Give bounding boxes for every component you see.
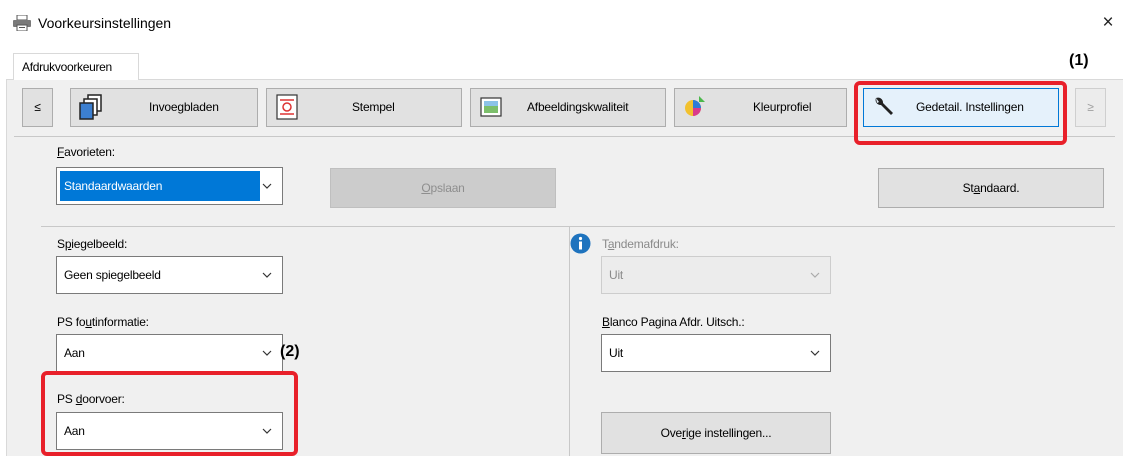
title-bar: Voorkeursinstellingen × xyxy=(0,0,1123,44)
tandem-select[interactable]: Uit xyxy=(601,256,831,294)
nav-kleurprofiel-button[interactable]: Kleurprofiel xyxy=(674,88,847,127)
favorites-label: Favorieten: xyxy=(57,145,115,159)
mirror-select[interactable]: Geen spiegelbeeld xyxy=(56,256,283,294)
tandem-label: Tandemafdruk: xyxy=(602,237,679,251)
ps-error-select[interactable]: Aan xyxy=(56,334,283,372)
info-icon[interactable] xyxy=(570,233,591,254)
chevron-down-icon xyxy=(810,272,820,278)
blank-page-value: Uit xyxy=(609,346,624,360)
mirror-label: Spiegelbeeld: xyxy=(57,237,128,251)
ps-error-value: Aan xyxy=(64,346,85,360)
other-settings-button[interactable]: Overige instellingen... xyxy=(601,412,831,454)
callout-2: (2) xyxy=(280,343,300,360)
favorites-value: Standaardwaarden xyxy=(64,179,163,193)
nav-label: Invoegbladen xyxy=(149,100,219,114)
highlight-box-1 xyxy=(854,81,1067,145)
nav-invoegbladen-button[interactable]: Invoegbladen xyxy=(70,88,258,127)
tab-afdrukvoorkeuren[interactable]: Afdrukvoorkeuren xyxy=(13,53,139,80)
nav-afbeeldingskwaliteit-button[interactable]: Afbeeldingskwaliteit xyxy=(470,88,666,127)
favorites-select[interactable]: Standaardwaarden xyxy=(56,167,283,205)
ps-error-label: PS foutinformatie: xyxy=(57,315,149,329)
printer-icon xyxy=(13,15,31,31)
nav-label: Kleurprofiel xyxy=(753,100,812,114)
window-title: Voorkeursinstellingen xyxy=(38,15,172,31)
nav-label: Stempel xyxy=(352,100,395,114)
nav-stempel-button[interactable]: Stempel xyxy=(266,88,462,127)
scroll-left-button[interactable]: ≤ xyxy=(22,88,53,127)
stamp-icon xyxy=(276,94,298,120)
default-button[interactable]: Standaard. xyxy=(878,168,1104,208)
chevron-down-icon xyxy=(262,350,272,356)
callout-1: (1) xyxy=(1069,52,1089,69)
scroll-right-button[interactable]: ≥ xyxy=(1075,88,1106,127)
column-divider xyxy=(569,226,570,456)
blank-page-select[interactable]: Uit xyxy=(601,334,831,372)
save-favorites-button[interactable]: Opslaan xyxy=(330,168,556,208)
nav-label: Afbeeldingskwaliteit xyxy=(527,100,629,114)
tab-label: Afdrukvoorkeuren xyxy=(22,60,112,74)
tandem-value: Uit xyxy=(609,268,624,282)
blank-page-label: Blanco Pagina Afdr. Uitsch.: xyxy=(602,315,745,329)
chevron-down-icon xyxy=(262,183,272,189)
separator xyxy=(41,226,1115,227)
mirror-value: Geen spiegelbeeld xyxy=(64,268,161,282)
highlight-box-2 xyxy=(41,371,298,456)
close-button[interactable]: × xyxy=(1098,12,1118,34)
image-quality-icon xyxy=(480,97,502,117)
chevron-down-icon xyxy=(810,350,820,356)
pages-icon xyxy=(79,94,102,120)
chevron-down-icon xyxy=(262,272,272,278)
color-profile-icon xyxy=(685,96,705,116)
